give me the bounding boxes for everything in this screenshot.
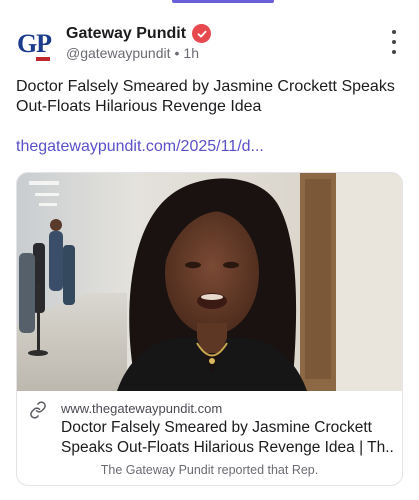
card-title-line-1: Doctor Falsely Smeared by Jasmine Crocke… bbox=[61, 419, 372, 436]
author-name[interactable]: Gateway Pundit bbox=[66, 25, 186, 43]
post-age: 1h bbox=[183, 45, 199, 61]
card-footer: www.thegatewaypundit.com Doctor Falsely … bbox=[17, 391, 402, 485]
post-text-line-1: Doctor Falsely Smeared by Jasmine Crocke… bbox=[16, 78, 395, 95]
active-tab-indicator bbox=[172, 0, 274, 3]
card-description: The Gateway Pundit reported that Rep. bbox=[100, 463, 319, 477]
avatar-logo: GP bbox=[16, 29, 52, 61]
link-chain-icon bbox=[30, 401, 46, 419]
link-preview-card[interactable]: www.thegatewaypundit.com Doctor Falsely … bbox=[16, 172, 403, 486]
card-domain: www.thegatewaypundit.com bbox=[61, 401, 223, 416]
post-text: Doctor Falsely Smeared by Jasmine Crocke… bbox=[16, 77, 403, 117]
vertical-dots-icon[interactable] bbox=[387, 30, 401, 54]
verified-check-icon bbox=[192, 24, 212, 43]
avatar-logo-text: GP bbox=[16, 29, 52, 58]
card-title-line-2: Speaks Out-Floats Hilarious Revenge Idea… bbox=[61, 439, 395, 456]
separator: • bbox=[174, 45, 180, 61]
author-handle[interactable]: @gatewaypundit bbox=[66, 45, 171, 61]
post-text-line-2: Out-Floats Hilarious Revenge Idea bbox=[16, 98, 262, 115]
avatar[interactable]: GP bbox=[16, 26, 52, 62]
post-header: GP Gateway Pundit @gatewaypundit • 1h bbox=[16, 20, 403, 70]
avatar-logo-accent bbox=[36, 57, 51, 61]
card-title[interactable]: Doctor Falsely Smeared by Jasmine Crocke… bbox=[61, 418, 395, 458]
handle-row: @gatewaypundit • 1h bbox=[66, 45, 199, 61]
post-link[interactable]: thegatewaypundit.com/2025/11/d... bbox=[16, 138, 264, 156]
author-row: Gateway Pundit bbox=[66, 24, 212, 43]
preview-image[interactable] bbox=[17, 173, 402, 391]
